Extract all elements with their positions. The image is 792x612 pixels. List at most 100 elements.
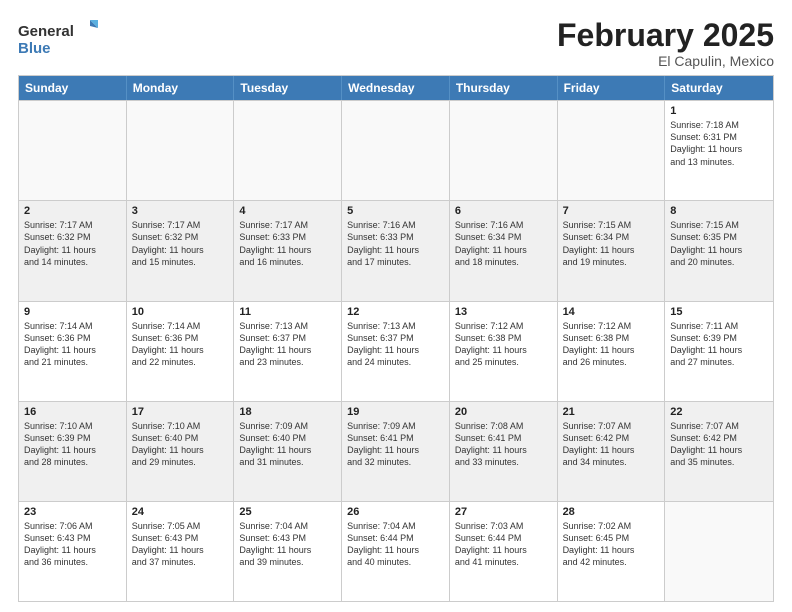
day-number: 19 [347,406,444,418]
cell-info: Sunrise: 7:04 AM Sunset: 6:44 PM Dayligh… [347,520,444,569]
cal-cell [665,502,773,601]
day-number: 23 [24,506,121,518]
logo: General Blue [18,18,98,58]
cal-week: 23Sunrise: 7:06 AM Sunset: 6:43 PM Dayli… [19,501,773,601]
cell-info: Sunrise: 7:16 AM Sunset: 6:33 PM Dayligh… [347,219,444,268]
cell-info: Sunrise: 7:18 AM Sunset: 6:31 PM Dayligh… [670,119,768,168]
day-number: 12 [347,306,444,318]
day-number: 24 [132,506,229,518]
day-number: 18 [239,406,336,418]
location-subtitle: El Capulin, Mexico [557,53,774,69]
cell-info: Sunrise: 7:12 AM Sunset: 6:38 PM Dayligh… [455,320,552,369]
cell-info: Sunrise: 7:13 AM Sunset: 6:37 PM Dayligh… [347,320,444,369]
cal-cell: 4 Sunrise: 7:17 AM Sunset: 6:33 PM Daylig… [234,201,342,300]
cal-cell: 17Sunrise: 7:10 AM Sunset: 6:40 PM Dayli… [127,402,235,501]
cell-info: Sunrise: 7:14 AM Sunset: 6:36 PM Dayligh… [24,320,121,369]
day-number: 13 [455,306,552,318]
day-number: 25 [239,506,336,518]
cell-info: Sunrise: 7:05 AM Sunset: 6:43 PM Dayligh… [132,520,229,569]
day-number: 10 [132,306,229,318]
cell-info: Sunrise: 7:15 AM Sunset: 6:34 PM Dayligh… [563,219,660,268]
day-number: 15 [670,306,768,318]
svg-text:General: General [18,23,74,40]
day-number: 22 [670,406,768,418]
cal-cell: 20 Sunrise: 7:08 AM Sunset: 6:41 PM Dayli… [450,402,558,501]
cell-info: Sunrise: 7:03 AM Sunset: 6:44 PM Dayligh… [455,520,552,569]
cal-cell: 12 Sunrise: 7:13 AM Sunset: 6:37 PM Dayli… [342,302,450,401]
header: General Blue February 2025 El Capulin, M… [18,18,774,69]
cal-cell: 16 Sunrise: 7:10 AM Sunset: 6:39 PM Dayli… [19,402,127,501]
day-number: 26 [347,506,444,518]
cal-cell: 22Sunrise: 7:07 AM Sunset: 6:42 PM Dayli… [665,402,773,501]
calendar-body: 1 Sunrise: 7:18 AM Sunset: 6:31 PM Daylig… [19,100,773,601]
cal-header-day: Wednesday [342,76,450,100]
cell-info: Sunrise: 7:12 AM Sunset: 6:38 PM Dayligh… [563,320,660,369]
cell-info: Sunrise: 7:14 AM Sunset: 6:36 PM Dayligh… [132,320,229,369]
cal-cell: 5 Sunrise: 7:16 AM Sunset: 6:33 PM Daylig… [342,201,450,300]
day-number: 7 [563,205,660,217]
cal-cell [127,101,235,200]
cell-info: Sunrise: 7:08 AM Sunset: 6:41 PM Dayligh… [455,420,552,469]
day-number: 11 [239,306,336,318]
cell-info: Sunrise: 7:09 AM Sunset: 6:41 PM Dayligh… [347,420,444,469]
cal-cell: 25Sunrise: 7:04 AM Sunset: 6:43 PM Dayli… [234,502,342,601]
cal-header-day: Tuesday [234,76,342,100]
day-number: 27 [455,506,552,518]
cal-header-day: Sunday [19,76,127,100]
cell-info: Sunrise: 7:17 AM Sunset: 6:32 PM Dayligh… [24,219,121,268]
cal-header-day: Thursday [450,76,558,100]
cell-info: Sunrise: 7:17 AM Sunset: 6:33 PM Dayligh… [239,219,336,268]
cal-cell: 8Sunrise: 7:15 AM Sunset: 6:35 PM Daylig… [665,201,773,300]
cell-info: Sunrise: 7:10 AM Sunset: 6:40 PM Dayligh… [132,420,229,469]
cell-info: Sunrise: 7:13 AM Sunset: 6:37 PM Dayligh… [239,320,336,369]
cell-info: Sunrise: 7:07 AM Sunset: 6:42 PM Dayligh… [563,420,660,469]
day-number: 8 [670,205,768,217]
day-number: 16 [24,406,121,418]
day-number: 4 [239,205,336,217]
day-number: 20 [455,406,552,418]
cal-cell: 7 Sunrise: 7:15 AM Sunset: 6:34 PM Daylig… [558,201,666,300]
cal-cell: 6Sunrise: 7:16 AM Sunset: 6:34 PM Daylig… [450,201,558,300]
cell-info: Sunrise: 7:10 AM Sunset: 6:39 PM Dayligh… [24,420,121,469]
cal-week: 2 Sunrise: 7:17 AM Sunset: 6:32 PM Daylig… [19,200,773,300]
calendar: SundayMondayTuesdayWednesdayThursdayFrid… [18,75,774,602]
cell-info: Sunrise: 7:17 AM Sunset: 6:32 PM Dayligh… [132,219,229,268]
day-number: 21 [563,406,660,418]
day-number: 5 [347,205,444,217]
month-title: February 2025 [557,18,774,53]
calendar-header: SundayMondayTuesdayWednesdayThursdayFrid… [19,76,773,100]
cal-cell: 21 Sunrise: 7:07 AM Sunset: 6:42 PM Dayli… [558,402,666,501]
cal-cell: 23Sunrise: 7:06 AM Sunset: 6:43 PM Dayli… [19,502,127,601]
cal-cell [558,101,666,200]
cal-week: 9 Sunrise: 7:14 AM Sunset: 6:36 PM Daylig… [19,301,773,401]
svg-text:Blue: Blue [18,40,51,57]
day-number: 1 [670,105,768,117]
cal-cell: 11 Sunrise: 7:13 AM Sunset: 6:37 PM Dayli… [234,302,342,401]
logo-svg: General Blue [18,18,98,58]
cal-cell [450,101,558,200]
day-number: 28 [563,506,660,518]
day-number: 6 [455,205,552,217]
cal-cell: 3Sunrise: 7:17 AM Sunset: 6:32 PM Daylig… [127,201,235,300]
cal-week: 16 Sunrise: 7:10 AM Sunset: 6:39 PM Dayli… [19,401,773,501]
cal-week: 1 Sunrise: 7:18 AM Sunset: 6:31 PM Daylig… [19,100,773,200]
cal-header-day: Friday [558,76,666,100]
cal-header-day: Saturday [665,76,773,100]
cal-cell [234,101,342,200]
cal-cell: 19 Sunrise: 7:09 AM Sunset: 6:41 PM Dayli… [342,402,450,501]
cal-cell: 15Sunrise: 7:11 AM Sunset: 6:39 PM Dayli… [665,302,773,401]
page: General Blue February 2025 El Capulin, M… [0,0,792,612]
cal-cell: 13 Sunrise: 7:12 AM Sunset: 6:38 PM Dayli… [450,302,558,401]
day-number: 2 [24,205,121,217]
cal-cell: 28 Sunrise: 7:02 AM Sunset: 6:45 PM Dayli… [558,502,666,601]
cal-cell: 1 Sunrise: 7:18 AM Sunset: 6:31 PM Daylig… [665,101,773,200]
day-number: 9 [24,306,121,318]
cell-info: Sunrise: 7:02 AM Sunset: 6:45 PM Dayligh… [563,520,660,569]
day-number: 14 [563,306,660,318]
cal-cell [342,101,450,200]
cal-cell: 26 Sunrise: 7:04 AM Sunset: 6:44 PM Dayli… [342,502,450,601]
cal-cell [19,101,127,200]
cal-cell: 2 Sunrise: 7:17 AM Sunset: 6:32 PM Daylig… [19,201,127,300]
cal-cell: 14 Sunrise: 7:12 AM Sunset: 6:38 PM Dayli… [558,302,666,401]
cal-cell: 27 Sunrise: 7:03 AM Sunset: 6:44 PM Dayli… [450,502,558,601]
